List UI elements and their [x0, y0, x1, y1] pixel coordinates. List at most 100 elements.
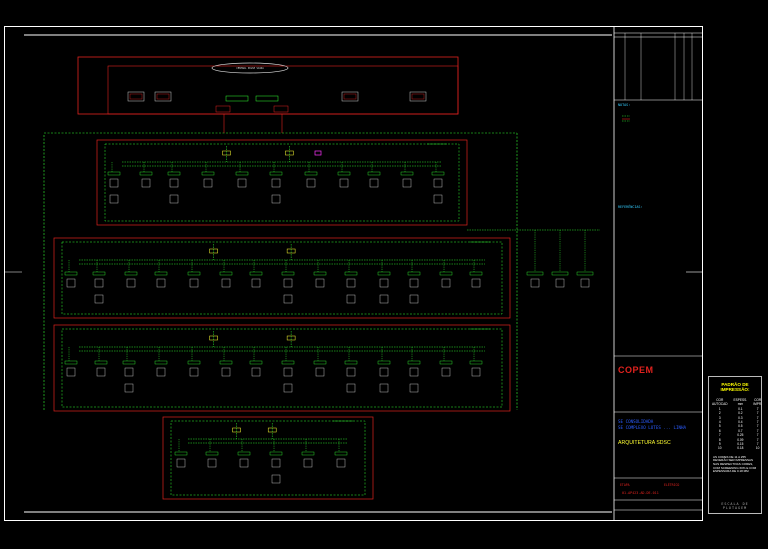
- schematic-box: [235, 171, 249, 176]
- ied-icon: [379, 278, 389, 288]
- schematic-box: [469, 271, 483, 276]
- schematic-box: [215, 105, 231, 113]
- refs-title: REFERÊNCIAS:: [618, 205, 643, 209]
- schematic-box: [281, 360, 295, 365]
- ied-icon: [306, 178, 316, 188]
- schematic-box: [313, 271, 327, 276]
- schematic-box: [337, 171, 351, 176]
- schematic-box: [64, 360, 78, 365]
- schematic-box: [174, 451, 188, 456]
- ied-icon: [271, 458, 281, 468]
- ied-icon: [251, 367, 261, 377]
- ied-icon: [346, 294, 356, 304]
- schematic-box: [313, 360, 327, 365]
- schematic-box: [94, 360, 108, 365]
- drawing-number: 01-AP423-AD-DE-011: [622, 491, 659, 495]
- ied-icon: [471, 278, 481, 288]
- ied-icon: [141, 178, 151, 188]
- schematic-box: [269, 451, 283, 456]
- ied-icon: [580, 278, 590, 288]
- ied-icon: [369, 178, 379, 188]
- print-table-note: AS CORES DE 11 A 255 DEVERÃO SER IMPRESS…: [713, 454, 757, 474]
- ied-icon: [96, 367, 106, 377]
- col-header: COR AUTOCAD: [712, 398, 728, 407]
- print-standard-table: PADRÃO DE IMPRESSÃO: COR AUTOCAD ESPESS.…: [708, 376, 762, 514]
- schematic-box: [377, 360, 391, 365]
- print-table-cell: 10: [755, 446, 760, 451]
- ied-icon: [336, 458, 346, 468]
- switch-icon: [225, 95, 249, 102]
- ied-icon: [94, 278, 104, 288]
- schematic-box: [273, 105, 289, 113]
- schematic-box: [407, 360, 421, 365]
- ied-icon: [441, 278, 451, 288]
- schematic-box: [154, 360, 168, 365]
- section-box-3: [53, 324, 511, 412]
- schematic-box: [269, 171, 283, 176]
- schematic-box: [469, 360, 483, 365]
- schematic-box: [249, 360, 263, 365]
- ied-icon: [109, 194, 119, 204]
- col-header: COR IMPR.: [753, 398, 763, 407]
- workstation-icon: [154, 91, 172, 102]
- ied-icon: [169, 178, 179, 188]
- section-box-2: [53, 237, 511, 319]
- print-table-row: 10 0.18 10: [709, 446, 765, 450]
- schematic-box: [107, 65, 459, 115]
- ied-icon: [409, 367, 419, 377]
- ied-icon: [271, 474, 281, 484]
- schematic-box: [187, 271, 201, 276]
- ied-icon: [339, 178, 349, 188]
- schematic-box: [343, 93, 357, 100]
- brand-logo: COPEM: [618, 365, 654, 375]
- ied-icon: [176, 458, 186, 468]
- ied-icon: [189, 367, 199, 377]
- schematic-box: [104, 143, 460, 222]
- schematic-box: [61, 241, 503, 315]
- col-header: ESPESS. mm: [733, 398, 748, 407]
- schematic-box: [205, 451, 219, 456]
- schematic-box: [92, 271, 106, 276]
- ied-icon: [346, 278, 356, 288]
- ied-icon: [156, 278, 166, 288]
- project-line-1: SE CONSOLIDADA: [618, 419, 654, 424]
- plot-scale-label: ESCALA DE PLOTAGEM: [721, 502, 749, 510]
- schematic-box: [167, 171, 181, 176]
- ied-icon: [379, 383, 389, 393]
- control-room-box: [77, 56, 459, 115]
- schematic-box: [551, 271, 569, 276]
- sheet-label-right: ELÉTRICO: [664, 483, 680, 487]
- workstation-icon: [127, 91, 145, 102]
- schematic-box: [129, 93, 143, 100]
- schematic-box: [156, 93, 170, 100]
- section-box-1: [96, 139, 468, 226]
- ied-icon: [94, 294, 104, 304]
- ied-icon: [156, 367, 166, 377]
- ied-icon: [402, 178, 412, 188]
- cloud-label: CENTRAL PULSE SCADA: [236, 67, 264, 70]
- schematic-box: [124, 271, 138, 276]
- ied-icon: [283, 383, 293, 393]
- ied-icon: [109, 178, 119, 188]
- ied-icon: [283, 294, 293, 304]
- print-table-title: PADRÃO DE IMPRESSÃO:: [720, 382, 750, 392]
- ied-icon: [379, 367, 389, 377]
- schematic-box: [219, 360, 233, 365]
- schematic-box: [237, 451, 251, 456]
- schematic-box: [154, 271, 168, 276]
- schematic-box: [249, 271, 263, 276]
- ied-icon: [271, 178, 281, 188]
- ied-icon: [409, 383, 419, 393]
- schematic-box: [344, 271, 358, 276]
- ied-icon: [207, 458, 217, 468]
- ied-icon: [555, 278, 565, 288]
- schematic-box: [334, 451, 348, 456]
- project-line-2: SE COMPLEXO LOTES ... LINHA: [618, 425, 687, 430]
- architecture-title: ARQUITETURA SDSC: [618, 440, 671, 446]
- sheet-label-left: ETAPA: [620, 483, 630, 487]
- ied-icon: [433, 178, 443, 188]
- schematic-box: [411, 93, 425, 100]
- ied-icon: [315, 367, 325, 377]
- schematic-box: [576, 271, 594, 276]
- schematic-box: [64, 271, 78, 276]
